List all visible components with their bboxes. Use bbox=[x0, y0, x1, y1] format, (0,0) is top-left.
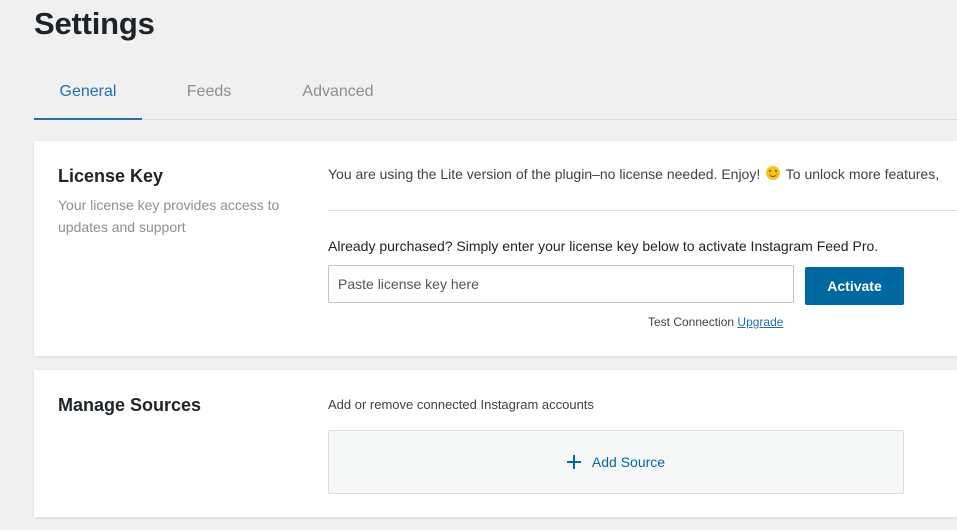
activate-button[interactable]: Activate bbox=[805, 267, 904, 305]
test-connection-row: Test Connection Upgrade bbox=[648, 315, 783, 329]
smiley-face-icon bbox=[766, 166, 781, 180]
unlock-features-text: To unlock more features, bbox=[785, 166, 940, 182]
plus-icon bbox=[566, 455, 581, 469]
divider bbox=[328, 210, 957, 211]
license-key-card: License Key Your license key provides ac… bbox=[34, 141, 957, 356]
manage-sources-card: Manage Sources Add or remove connected I… bbox=[34, 370, 957, 517]
lite-notice-text: You are using the Lite version of the pl… bbox=[328, 166, 761, 182]
tab-feeds[interactable]: Feeds bbox=[174, 70, 244, 120]
settings-tabs: General Feeds Advanced bbox=[34, 70, 957, 120]
tab-general[interactable]: General bbox=[34, 70, 142, 120]
manage-sources-title: Manage Sources bbox=[58, 395, 202, 415]
manage-sources-description: Add or remove connected Instagram accoun… bbox=[328, 397, 594, 412]
add-source-label: Add Source bbox=[591, 454, 666, 470]
tab-advanced[interactable]: Advanced bbox=[292, 70, 384, 120]
license-key-input[interactable] bbox=[328, 265, 794, 303]
test-connection-label: Test Connection bbox=[648, 315, 735, 329]
upgrade-link[interactable]: Upgrade bbox=[737, 315, 783, 329]
page-title: Settings bbox=[34, 6, 155, 41]
license-key-title: License Key bbox=[58, 166, 164, 186]
license-key-description: Your license key provides access to upda… bbox=[58, 197, 280, 235]
settings-page: Settings General Feeds Advanced License … bbox=[0, 0, 957, 530]
lite-version-notice: You are using the Lite version of the pl… bbox=[328, 166, 939, 182]
add-source-button[interactable]: Add Source bbox=[328, 430, 904, 494]
already-purchased-text: Already purchased? Simply enter your lic… bbox=[328, 238, 879, 254]
